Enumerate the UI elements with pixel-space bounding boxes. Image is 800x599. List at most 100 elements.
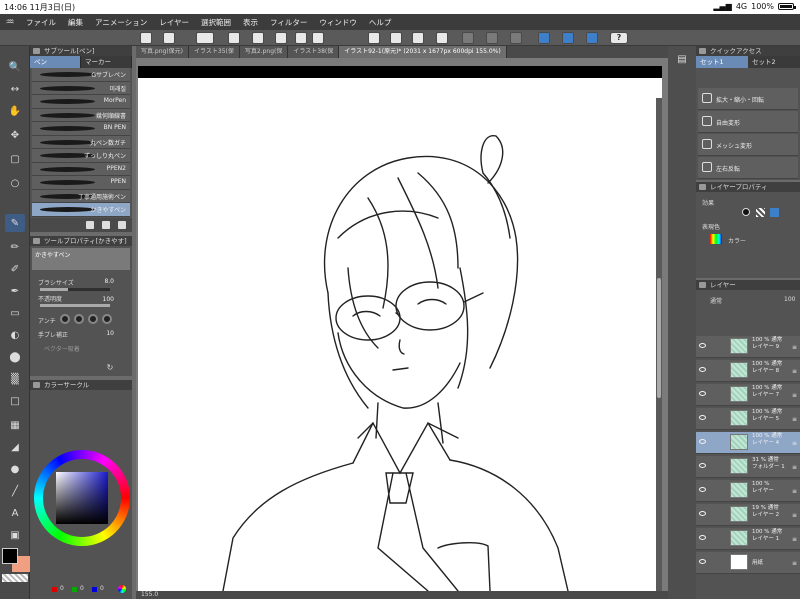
fill-tool-icon[interactable]: ⬤ <box>5 348 25 366</box>
layer-row[interactable]: 100 % 通常 レイヤー 1 ≡ <box>696 528 800 550</box>
menu-selection[interactable]: 選択範囲 <box>195 17 237 28</box>
scrollbar-thumb[interactable] <box>657 278 661 398</box>
brush-item-selected[interactable]: かきやすペン <box>32 203 130 217</box>
pen-tool-icon[interactable]: ✎ <box>5 214 25 232</box>
visibility-eye-icon[interactable] <box>699 487 706 492</box>
layer-menu-icon[interactable]: ≡ <box>792 368 797 375</box>
visibility-eye-icon[interactable] <box>699 559 706 564</box>
document-tab-active[interactable]: イラスト92-1(原元)* (2031 x 1677px 600dpi 155.… <box>339 46 507 58</box>
grid-icon[interactable] <box>140 32 152 44</box>
brush-item[interactable]: 幾何順線書 <box>32 108 130 122</box>
menu-filter[interactable]: フィルター <box>264 17 313 28</box>
visibility-eye-icon[interactable] <box>699 343 706 348</box>
snap-grid-icon[interactable] <box>586 32 598 44</box>
brush-item[interactable]: ずっしり丸ペン <box>32 149 130 163</box>
quick-access-set2[interactable]: セット2 <box>748 56 800 68</box>
line-tool-icon[interactable]: ╱ <box>5 482 25 500</box>
quick-item-flip[interactable]: 左右反転 <box>698 157 798 179</box>
refresh-icon[interactable]: ↻ <box>100 358 120 376</box>
menu-window[interactable]: ウィンドウ <box>313 17 363 28</box>
frame-tool-icon[interactable]: ▦ <box>5 416 25 434</box>
menu-view[interactable]: 表示 <box>237 17 264 28</box>
undo-icon[interactable] <box>295 32 307 44</box>
screen-icon[interactable] <box>163 32 175 44</box>
layer-menu-icon[interactable]: ≡ <box>792 560 797 567</box>
quick-item-rotate[interactable]: 拡大・縮小・回転 <box>698 88 798 110</box>
brush-item[interactable]: PPEN <box>32 176 130 190</box>
brush-item[interactable]: 미래질 <box>32 81 130 95</box>
quick-item-free-transform[interactable]: 自由変形 <box>698 111 798 133</box>
swirl-icon[interactable] <box>196 32 214 44</box>
opacity-slider[interactable] <box>40 304 110 307</box>
border-effect-icon[interactable] <box>742 208 750 216</box>
layer-menu-icon[interactable]: ≡ <box>792 464 797 471</box>
visibility-eye-icon[interactable] <box>699 463 706 468</box>
figure-tool-icon[interactable]: □ <box>5 392 25 410</box>
canvas-area[interactable] <box>136 58 668 599</box>
layer-row[interactable]: 100 % 通常 レイヤー 5 ≡ <box>696 408 800 430</box>
invert-selection-icon[interactable] <box>412 32 424 44</box>
lasso-tool-icon[interactable]: ○ <box>5 174 25 192</box>
layer-menu-icon[interactable]: ≡ <box>792 512 797 519</box>
gradient-tool-icon[interactable]: ▒ <box>5 370 25 388</box>
layer-menu-icon[interactable]: ≡ <box>792 440 797 447</box>
balloon-tool-icon[interactable]: ▣ <box>5 526 25 544</box>
app-logo-icon[interactable]: ♒ <box>0 17 20 28</box>
brush-tool-icon[interactable]: ✐ <box>5 260 25 278</box>
vertical-scrollbar[interactable] <box>656 98 662 599</box>
brush-item[interactable]: PPEN2 <box>32 162 130 176</box>
quick-item-mesh[interactable]: メッシュ変形 <box>698 134 798 156</box>
antialias-option[interactable] <box>88 314 98 324</box>
document-tab[interactable]: 写真.png(保元) <box>136 46 190 58</box>
brush-size-value[interactable]: 8.0 <box>104 278 114 285</box>
layer-row[interactable]: 100 % レイヤー ≡ <box>696 480 800 502</box>
visibility-eye-icon[interactable] <box>699 415 706 420</box>
brush-item[interactable]: BN PEN <box>32 122 130 136</box>
subtool-tab-pen[interactable]: ペン <box>30 56 81 68</box>
layer-row[interactable]: 100 % 通常 レイヤー 8 ≡ <box>696 360 800 382</box>
zoom-readout[interactable]: 155.0 <box>141 591 158 598</box>
menu-help[interactable]: ヘルプ <box>363 17 398 28</box>
layer-opacity-value[interactable]: 100 <box>784 296 795 303</box>
brush-size-slider[interactable] <box>40 288 110 291</box>
visibility-eye-icon[interactable] <box>699 391 706 396</box>
layer-row[interactable]: 100 % 通常 レイヤー 7 ≡ <box>696 384 800 406</box>
brush-item[interactable]: 丁寧通用施術ペン <box>32 189 130 203</box>
move-tool-icon[interactable]: ↔ <box>5 80 25 98</box>
layer-menu-icon[interactable]: ≡ <box>792 488 797 495</box>
copy-subtool-icon[interactable] <box>86 221 94 229</box>
ruler-icon[interactable] <box>538 32 550 44</box>
drawing-canvas[interactable] <box>138 78 662 599</box>
opacity-value[interactable]: 100 <box>103 296 114 303</box>
antialias-option[interactable] <box>74 314 84 324</box>
eraser-tool-icon[interactable]: ▭ <box>5 304 25 322</box>
layer-row[interactable]: 31 % 通常 フォルダー 1 ≡ <box>696 456 800 478</box>
help-button[interactable]: ? <box>610 32 628 44</box>
menu-animation[interactable]: アニメーション <box>89 17 153 28</box>
main-color-swatch[interactable] <box>2 548 18 564</box>
airbrush-tool-icon[interactable]: ✒ <box>5 282 25 300</box>
snap-icon[interactable] <box>562 32 574 44</box>
layer-menu-icon[interactable]: ≡ <box>792 392 797 399</box>
menu-edit[interactable]: 編集 <box>62 17 89 28</box>
new-file-icon[interactable] <box>228 32 240 44</box>
menu-layer[interactable]: レイヤー <box>153 17 195 28</box>
visibility-eye-icon[interactable] <box>699 511 706 516</box>
new-subtool-icon[interactable] <box>102 221 110 229</box>
layer-row[interactable]: 用紙 ≡ <box>696 552 800 574</box>
layer-row[interactable]: 19 % 通常 レイヤー 2 ≡ <box>696 504 800 526</box>
layer-row[interactable]: 100 % 通常 レイヤー 4 ≡ <box>696 432 800 454</box>
brush-item[interactable]: MorPen <box>32 95 130 109</box>
transform-icon[interactable] <box>436 32 448 44</box>
quick-access-set1[interactable]: セット1 <box>696 56 748 68</box>
hand-tool-icon[interactable]: ✋ <box>5 102 25 120</box>
layer-color-icon[interactable] <box>770 208 779 217</box>
select-all-icon[interactable] <box>390 32 402 44</box>
document-tab[interactable]: イラスト35(保 <box>189 46 240 58</box>
display-color-value[interactable]: カラー <box>728 236 746 245</box>
saturation-value-square[interactable] <box>56 472 108 524</box>
document-tab[interactable]: 写真2.png(保 <box>239 46 289 58</box>
menu-file[interactable]: ファイル <box>20 17 62 28</box>
save-icon[interactable] <box>275 32 287 44</box>
zoom-tool-icon[interactable]: 🔍 <box>5 58 25 76</box>
